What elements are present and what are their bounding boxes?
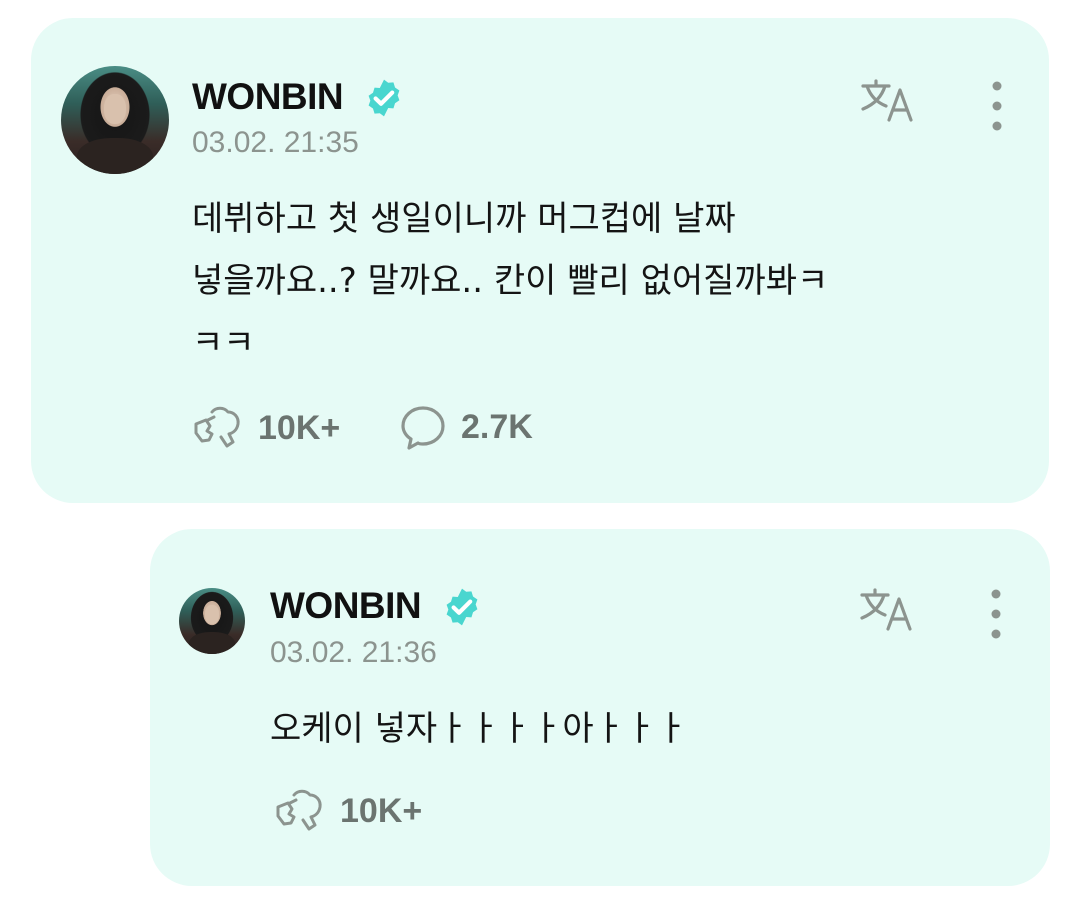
post-timestamp: 03.02. 21:35: [192, 126, 359, 159]
translate-icon[interactable]: [858, 585, 920, 637]
avatar[interactable]: [179, 588, 245, 654]
verified-badge-icon: [446, 588, 478, 626]
author-name[interactable]: WONBIN: [192, 76, 344, 118]
post-text: 오케이 넣자ㅏㅏㅏㅏ아ㅏㅏㅏ: [270, 709, 688, 749]
post-text: 데뷔하고 첫 생일이니까 머그컵에 날짜 넣을까요..? 말까요.. 칸이 빨리…: [192, 199, 829, 363]
post-timestamp: 03.02. 21:36: [270, 636, 437, 669]
more-vertical-icon[interactable]: [988, 588, 1004, 640]
like-button[interactable]: 10K+: [192, 404, 340, 452]
verified-badge-icon: [368, 79, 400, 117]
post-card[interactable]: WONBIN 03.02. 21:35 데뷔하고 첫 생일이니까 머그컵에 날짜…: [31, 18, 1049, 503]
author-name[interactable]: WONBIN: [270, 585, 422, 627]
like-count: 10K+: [340, 791, 423, 830]
heart-hand-icon: [276, 789, 322, 831]
reply-card[interactable]: WONBIN 03.02. 21:36 오케이 넣자ㅏㅏㅏㅏ아ㅏㅏㅏ 10K+: [150, 529, 1050, 886]
heart-hand-icon: [194, 406, 240, 448]
comment-count: 2.7K: [461, 407, 533, 446]
comment-button[interactable]: 2.7K: [399, 404, 533, 450]
more-vertical-icon[interactable]: [989, 80, 1005, 132]
translate-icon[interactable]: [859, 76, 921, 128]
like-count: 10K+: [258, 408, 341, 447]
speech-bubble-icon: [401, 406, 445, 450]
like-button[interactable]: 10K+: [274, 787, 422, 835]
avatar[interactable]: [61, 66, 169, 174]
